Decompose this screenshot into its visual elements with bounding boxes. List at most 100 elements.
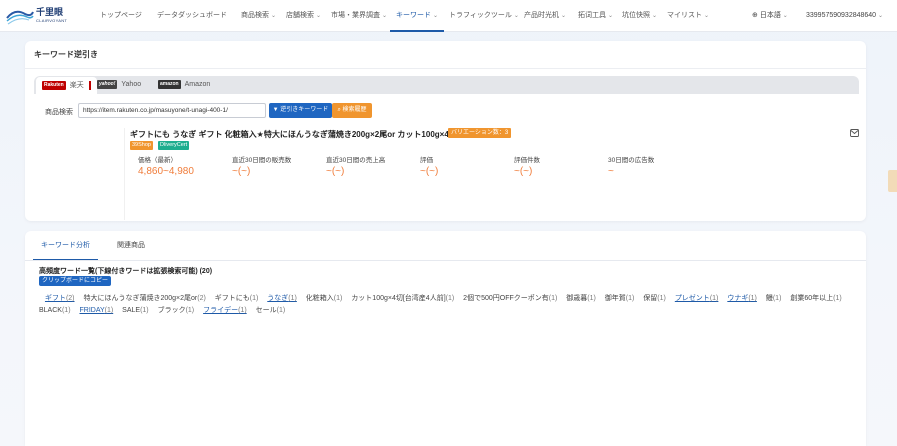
- keyword-item: セール(1): [256, 307, 286, 314]
- user-menu[interactable]: 33995759093284864​0 ⌄: [806, 0, 883, 32]
- product-image[interactable]: [32, 128, 125, 220]
- chevron-down-icon: ⌄: [782, 13, 788, 19]
- keyword-count: (2): [197, 295, 206, 302]
- keyword-word: 御年賀: [604, 295, 626, 302]
- keyword-item: 化粧箱入(1): [306, 295, 343, 302]
- keyword-word: 鰻: [765, 295, 773, 302]
- keyword-item: 特大にほんうなぎ蒲焼き200g×2尾or(2): [83, 295, 205, 302]
- filter-icon: ▼: [272, 107, 279, 113]
- tab-related-products[interactable]: 関連商品: [117, 239, 145, 261]
- keyword-word: カット100g×4切[台湾産4人前]: [351, 295, 446, 302]
- nav-item-my-list[interactable]: マイリスト ⌄: [667, 0, 709, 32]
- keyword-list-header: 高頻度ワード一覧(下線付きワードは拡張検索可能) (20): [39, 268, 213, 275]
- keyword-count: (1): [833, 295, 842, 302]
- keyword-item[interactable]: ウナギ(1): [727, 295, 757, 302]
- chevron-down-icon: ⌄: [704, 13, 710, 19]
- amazon-logo-icon: amazon: [158, 79, 181, 89]
- nav-label: 店舗検索: [286, 12, 314, 19]
- nav-item-top[interactable]: トップページ: [100, 0, 142, 32]
- brand-name: 千里眼: [36, 7, 64, 17]
- stat-label-revenue-30d: 直近30日間の売上高: [326, 157, 386, 164]
- keyword-item[interactable]: フライデー(1): [203, 307, 247, 314]
- language-selector[interactable]: ⊕ 日本語 ⌄: [752, 0, 788, 32]
- stat-value-review-count: ~(~): [514, 166, 533, 177]
- nav-item-word-tool[interactable]: 拓词工具 ⌄: [578, 0, 613, 32]
- tab-keyword-analysis[interactable]: キーワード分析: [33, 239, 98, 261]
- chevron-down-icon: ⌄: [608, 13, 614, 19]
- chevron-down-icon: ⌄: [652, 13, 658, 19]
- stat-label-sales-30d: 直近30日間の販売数: [232, 157, 292, 164]
- stat-value-ads-30d: ~: [608, 166, 614, 177]
- nav-item-traffic-tool[interactable]: トラフィックツール ⌄: [449, 0, 519, 32]
- keyword-item[interactable]: ギフト(2): [45, 295, 75, 302]
- stat-value-price: 4,860~4,980: [138, 166, 194, 177]
- keyword-word: ウナギ: [727, 295, 749, 302]
- stat-label-price: 価格（最新）: [138, 157, 177, 164]
- page-title: キーワード逆引き: [34, 50, 98, 59]
- product-url-input[interactable]: [78, 103, 266, 118]
- brand-logo-icon[interactable]: [5, 6, 35, 26]
- reverse-keyword-button[interactable]: ▼ 逆引きキーワード: [269, 103, 332, 118]
- tab-label: Amazon: [184, 81, 211, 88]
- search-icon: ⌕: [337, 107, 341, 113]
- keyword-item: ギフトにも(1): [215, 295, 259, 302]
- stat-label-review-count: 評価件数: [514, 157, 540, 164]
- tag-delivery-cert: DliveryCert: [158, 141, 190, 150]
- keyword-word: うなぎ: [267, 295, 289, 302]
- mail-icon[interactable]: [850, 129, 859, 137]
- stat-label-rating: 評価: [420, 157, 433, 164]
- keyword-count: (1): [625, 295, 635, 302]
- nav-item-product-search[interactable]: 商品検索 ⌄: [241, 0, 276, 32]
- keyword-word: セール: [255, 307, 277, 314]
- keyword-item[interactable]: うなぎ(1): [267, 295, 297, 302]
- nav-item-dashboard[interactable]: データダッシュボード: [157, 0, 227, 32]
- keyword-word: プレゼント: [674, 295, 710, 302]
- keyword-count: (1): [772, 295, 782, 302]
- tab-amazon[interactable]: amazon Amazon: [158, 76, 210, 94]
- keyword-item: 創業60年以上(1): [790, 295, 841, 302]
- user-id: 33995759093284864​0: [806, 12, 877, 19]
- product-title[interactable]: ギフトにも うなぎ ギフト 化粧箱入★特大にほんうなぎ蒲焼き200g×2尾or …: [130, 129, 455, 140]
- keyword-analysis-card: キーワード分析 関連商品 高頻度ワード一覧(下線付きワードは拡張検索可能) (2…: [25, 231, 866, 446]
- search-history-button[interactable]: ⌕ 検索履歴: [332, 103, 372, 118]
- keyword-count: (1): [587, 295, 596, 302]
- keyword-count: (1): [288, 295, 297, 302]
- keyword-word: ギフト: [44, 295, 66, 302]
- nav-item-time-machine[interactable]: 产品时光机 ⌄: [524, 0, 566, 32]
- nav-item-shop-search[interactable]: 店舗検索 ⌄: [286, 0, 321, 32]
- keyword-word: ギフトにも: [214, 295, 250, 302]
- keyword-item: 保留(1): [643, 295, 666, 302]
- keyword-word: FRIDAY: [79, 307, 105, 314]
- chevron-down-icon: ⌄: [433, 13, 439, 19]
- nav-label: 市場・業界調査: [331, 12, 380, 19]
- keyword-count: (1): [104, 307, 114, 314]
- stat-value-revenue-30d: ~(~): [326, 166, 345, 177]
- button-label: 検索履歴: [342, 107, 367, 113]
- nav-label: 拓词工具: [578, 12, 606, 19]
- keyword-item: 御歳暮(1): [566, 295, 596, 302]
- nav-item-slot-snapshot[interactable]: 坑位快照 ⌄: [622, 0, 657, 32]
- divider: [25, 68, 866, 69]
- keyword-item[interactable]: プレゼント(1): [675, 295, 719, 302]
- keyword-count: (1): [333, 295, 343, 302]
- keyword-item: 鰻(1): [766, 295, 782, 302]
- nav-label: トップページ: [100, 12, 142, 19]
- keyword-count: (2): [65, 295, 75, 302]
- tab-label: 楽天: [69, 82, 84, 89]
- nav-label: 商品検索: [241, 12, 269, 19]
- keyword-word: 2個で500円OFFクーポン有: [463, 295, 549, 302]
- copy-to-clipboard-button[interactable]: クリップボードにコピー: [39, 276, 112, 286]
- keyword-item: SALE(1): [122, 307, 148, 314]
- tab-yahoo[interactable]: yahoo! Yahoo: [97, 76, 141, 94]
- tab-rakuten[interactable]: Rakuten 楽天: [36, 77, 97, 94]
- nav-label: 产品时光机: [524, 12, 559, 19]
- nav-item-market-research[interactable]: 市場・業界調査 ⌄: [331, 0, 387, 32]
- keyword-item[interactable]: FRIDAY(1): [79, 307, 113, 314]
- keyword-count: (1): [140, 307, 149, 314]
- marketplace-tabs: Rakuten 楽天 yahoo! Yahoo amazon Amazon: [34, 76, 859, 94]
- keyword-item: 御年賀(1): [605, 295, 635, 302]
- keyword-word: 御歳暮: [566, 295, 588, 302]
- nav-label: トラフィックツール: [449, 12, 512, 19]
- nav-item-keyword[interactable]: キーワード ⌄: [390, 0, 445, 32]
- language-label: 日本語: [759, 12, 781, 19]
